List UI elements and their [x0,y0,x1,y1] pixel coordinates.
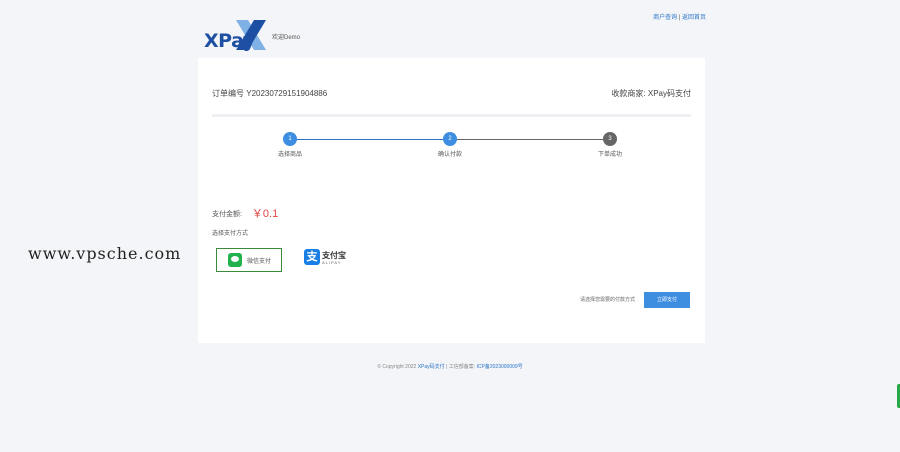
icp-label: 工信部备案: [448,364,476,370]
payment-method-label: 选择支付方式 [212,231,249,237]
step-number: 3 [603,132,617,146]
wechat-icon [228,253,242,267]
payment-hint: 请选择您需要的付款方式 [580,297,636,303]
step-label: 选择商品 [277,152,302,158]
watermark-text: www.vpsche.com [28,244,182,263]
step-number: 1 [283,132,297,146]
merchant-info: 收款商家: XPay码支付 [611,88,691,99]
welcome-text: 欢迎Demo [272,35,301,41]
merchant-label: 收款商家: [611,89,646,98]
payment-card: 订单编号 Y20230729151904886 收款商家: XPay码支付 1 … [198,58,705,343]
step-confirm-payment: 2 确认付款 [420,132,480,158]
amount-label: 支付金额: [212,211,242,218]
step-select-product: 1 选择商品 [260,132,320,158]
xpay-logo[interactable]: XPay [204,18,266,54]
order-number-label: 订单编号 [212,89,244,98]
back-home-link[interactable]: 返回首页 [682,15,706,21]
step-number: 2 [443,132,457,146]
divider [212,114,691,117]
pay-now-button[interactable]: 立即支付 [644,292,690,308]
merchant-name: XPay码支付 [647,89,691,98]
link-separator: | [678,15,681,21]
step-label: 下单成功 [597,152,622,158]
progress-steps: 1 选择商品 2 确认付款 3 下单成功 [212,132,691,162]
merchant-query-link[interactable]: 商户查询 [653,15,677,21]
step-label: 确认付款 [437,152,462,158]
alipay-icon: 支 [304,249,320,265]
wechat-pay-label: 微信支付 [247,259,272,265]
payment-amount-row: 支付金额: ￥0.1 [212,204,278,220]
page-header: XPay 欢迎Demo 商户查询 | 返回首页 [200,12,710,52]
copyright-text: © Copyright 2022 [377,364,417,370]
step-order-success: 3 下单成功 [580,132,640,158]
wechat-pay-option[interactable]: 微信支付 [216,248,282,272]
order-info-row: 订单编号 Y20230729151904886 收款商家: XPay码支付 [212,88,691,99]
logo-text: XPay [204,30,255,52]
page-footer: © Copyright 2022 XPay码支付 | 工信部备案: ICP备20… [0,363,900,370]
amount-value: ￥0.1 [251,208,279,220]
footer-brand-link[interactable]: XPay码支付 [418,364,445,370]
alipay-sub-label: ALIPAY [322,260,342,265]
icp-link[interactable]: ICP备2023000009号 [477,364,523,370]
alipay-option[interactable]: 支 支付宝 ALIPAY [304,249,350,271]
footer-separator: | [446,364,448,370]
order-number: Y20230729151904886 [246,89,328,98]
top-links: 商户查询 | 返回首页 [653,12,706,21]
